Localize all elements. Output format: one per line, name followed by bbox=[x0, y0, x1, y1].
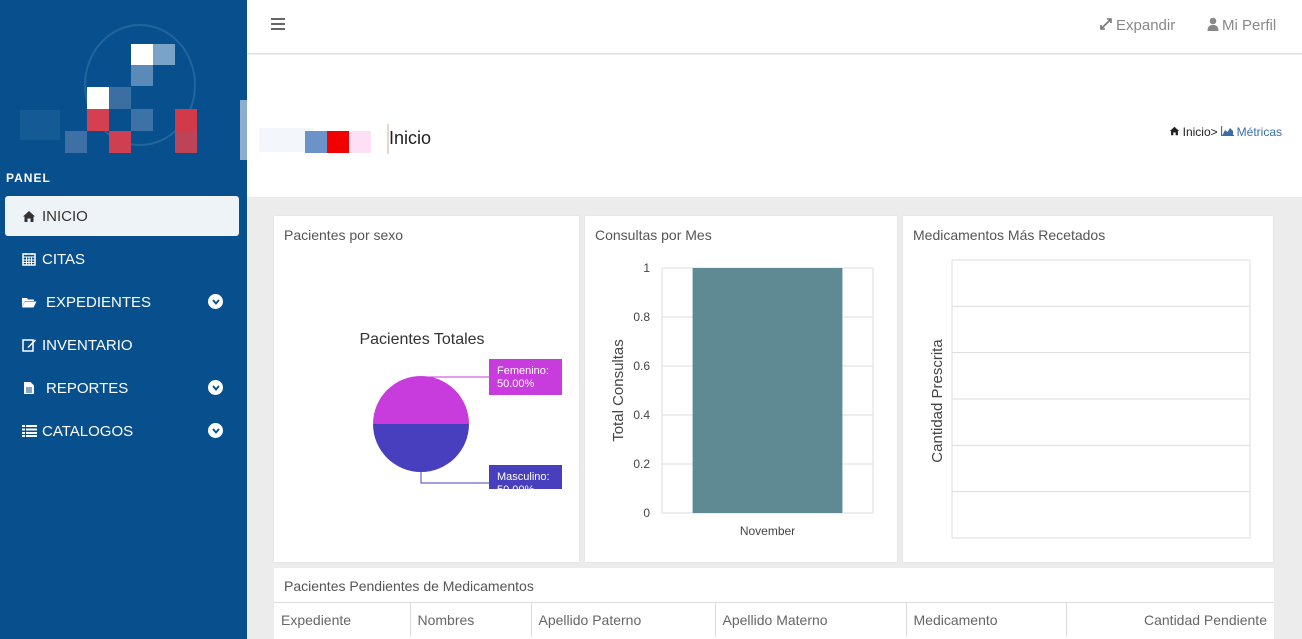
chevron-down-icon[interactable] bbox=[208, 380, 223, 395]
expand-label: Expandir bbox=[1116, 17, 1176, 34]
edit-icon bbox=[20, 338, 38, 352]
column-header[interactable]: Nombres bbox=[410, 602, 532, 637]
table-header-row: Expediente Nombres Apellido Paterno Apel… bbox=[274, 602, 1274, 637]
user-icon bbox=[1207, 17, 1219, 34]
file-icon bbox=[20, 381, 38, 395]
breadcrumb: Inicio > Métricas bbox=[1169, 125, 1282, 139]
page-title: Inicio bbox=[389, 128, 432, 148]
header-logo bbox=[259, 124, 389, 154]
pie-label-name: Femenino: bbox=[497, 365, 549, 377]
sidebar-item-reportes[interactable]: REPORTES bbox=[5, 368, 239, 408]
chevron-down-icon[interactable] bbox=[208, 294, 223, 309]
y-axis-label: Cantidad Prescrita bbox=[929, 339, 946, 463]
card-consultas-mes: Consultas por Mes 0 0.2 0.4 0.6 0.8 1 November… bbox=[585, 216, 897, 562]
page-header: Inicio Inicio > Métricas bbox=[247, 55, 1302, 197]
y-tick-label: 0.8 bbox=[633, 310, 650, 324]
sidebar-item-label: INVENTARIO bbox=[42, 336, 133, 354]
pie-chart: Pacientes Totales Femenino:50.00% Masculi… bbox=[359, 331, 574, 509]
sidebar-menu: INICIO CITAS EXPEDIENTES INVENTARIO REPO… bbox=[0, 196, 247, 454]
sidebar-item-citas[interactable]: CITAS bbox=[5, 239, 239, 279]
folder-open-icon bbox=[20, 296, 38, 308]
sidebar-item-inventario[interactable]: INVENTARIO bbox=[5, 325, 239, 365]
sidebar-item-label: CITAS bbox=[42, 250, 86, 268]
column-header[interactable]: Cantidad Pendiente bbox=[1066, 602, 1274, 637]
list-icon bbox=[20, 425, 38, 437]
pie-title: Pacientes Totales bbox=[359, 331, 484, 348]
sidebar-item-label: INICIO bbox=[42, 207, 88, 225]
pie-label-name: Masculino: bbox=[497, 471, 550, 483]
medicamentos-chart: Cantidad Prescrita bbox=[929, 259, 1251, 539]
card-medicamentos: Medicamentos Más Recetados Cantidad Pres… bbox=[903, 216, 1273, 562]
y-tick-label: 0.6 bbox=[633, 359, 650, 373]
column-header[interactable]: Expediente bbox=[274, 602, 411, 637]
expand-icon bbox=[1099, 17, 1113, 34]
breadcrumb-home[interactable]: Inicio bbox=[1183, 125, 1211, 139]
y-tick-label: 0 bbox=[643, 506, 650, 520]
y-tick-label: 0.2 bbox=[633, 457, 650, 471]
profile-label: Mi Perfil bbox=[1222, 17, 1277, 34]
y-axis-label: Total Consultas bbox=[610, 339, 627, 442]
home-icon bbox=[1169, 126, 1180, 139]
sidebar-item-label: EXPEDIENTES bbox=[46, 293, 152, 311]
bar-chart: 0 0.2 0.4 0.6 0.8 1 November Total Consultas bbox=[610, 261, 874, 538]
pendientes-table: Expediente Nombres Apellido Paterno Apel… bbox=[274, 602, 1274, 637]
chevron-down-icon[interactable] bbox=[208, 423, 223, 438]
breadcrumb-separator: > bbox=[1210, 125, 1218, 139]
clinic-logo bbox=[0, 0, 247, 165]
sidebar-item-inicio[interactable]: INICIO bbox=[5, 196, 239, 236]
profile-button[interactable]: Mi Perfil bbox=[1207, 17, 1276, 34]
y-tick-label: 0.4 bbox=[633, 408, 650, 422]
pie-slice bbox=[373, 376, 469, 424]
y-tick-label: 1 bbox=[643, 261, 650, 275]
calendar-icon bbox=[20, 252, 38, 266]
pie-label-mask bbox=[484, 489, 574, 509]
column-header[interactable]: Apellido Paterno bbox=[531, 602, 716, 637]
bar bbox=[692, 268, 843, 513]
x-tick-label: November bbox=[740, 524, 795, 538]
pie-label: Femenino:50.00% bbox=[489, 359, 562, 395]
panel-label: PANEL bbox=[6, 171, 51, 185]
sidebar-item-label: REPORTES bbox=[46, 379, 129, 397]
sidebar-item-label: CATALOGOS bbox=[42, 422, 134, 440]
pie-label-value: 50.00% bbox=[497, 378, 535, 390]
breadcrumb-current[interactable]: Métricas bbox=[1237, 125, 1282, 139]
pie-slice bbox=[373, 424, 469, 472]
column-header[interactable]: Apellido Materno bbox=[715, 602, 907, 637]
expand-button[interactable]: Expandir bbox=[1099, 17, 1175, 34]
sidebar-item-catalogos[interactable]: CATALOGOS bbox=[5, 411, 239, 451]
top-bar: Expandir Mi Perfil bbox=[247, 0, 1302, 54]
pie-leader-line bbox=[420, 376, 489, 378]
card-pendientes: Pacientes Pendientes de Medicamentos Exp… bbox=[274, 568, 1274, 639]
pie-leader-line bbox=[420, 472, 489, 484]
home-icon bbox=[20, 210, 38, 223]
card-pacientes-sexo: Pacientes por sexo Pacientes Totales Fem… bbox=[274, 216, 579, 562]
area-chart-icon bbox=[1220, 125, 1234, 139]
menu-toggle-icon[interactable] bbox=[271, 18, 285, 30]
card-title: Pacientes Pendientes de Medicamentos bbox=[284, 578, 534, 594]
column-header[interactable]: Medicamento bbox=[906, 602, 1067, 637]
sidebar-item-expedientes[interactable]: EXPEDIENTES bbox=[5, 282, 239, 322]
sidebar: PANEL INICIO CITAS EXPEDIENTES INVENTARI… bbox=[0, 0, 247, 639]
